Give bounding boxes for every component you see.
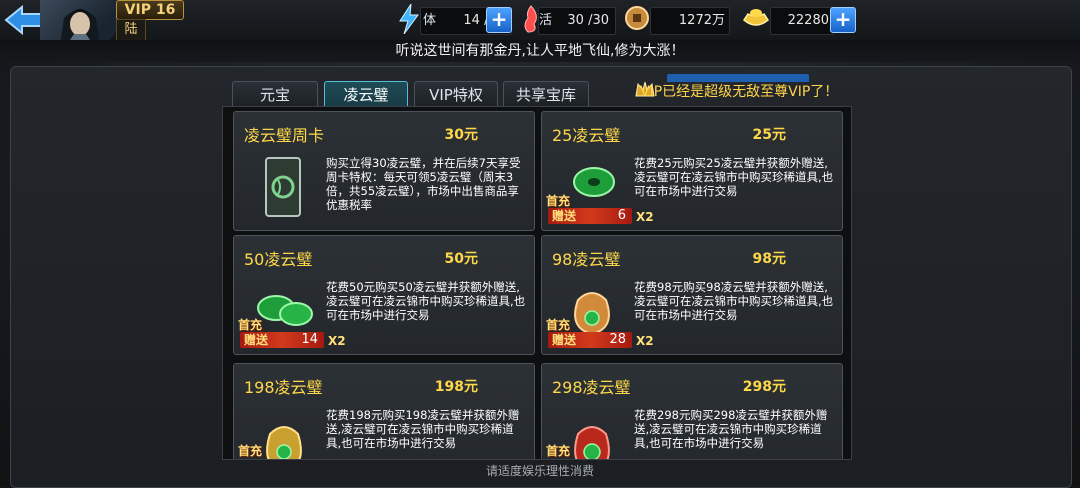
product-price: 30元 bbox=[444, 127, 478, 143]
announcement-banner: 听说这世间有那金丹,让人平地飞仙,修为大涨！ bbox=[0, 40, 1080, 62]
player-name: 陆 bbox=[116, 19, 146, 41]
tab-shared-vault[interactable]: 共享宝库 bbox=[503, 81, 589, 109]
lightning-icon bbox=[399, 4, 419, 34]
bonus-label: 赠送 bbox=[244, 333, 269, 347]
first-recharge-label: 首充 bbox=[546, 444, 571, 458]
first-recharge-label: 首充 bbox=[546, 318, 571, 332]
product-title: 198凌云璧 bbox=[244, 378, 323, 397]
stamina-label: 体 bbox=[423, 13, 437, 28]
bonus-quantity: 6 bbox=[617, 208, 626, 223]
product-card-98[interactable]: 98凌云璧 98元 花费98元购买98凌云璧并获额外赠送,凌云璧可在凌云锦市中购… bbox=[541, 235, 843, 355]
product-grid: 凌云璧周卡 30元 购买立得30凌云璧，并在后续7天享受周卡特权：每天可领5凌云… bbox=[222, 106, 852, 460]
vitality-display: 活 30 /30 bbox=[538, 7, 616, 35]
first-recharge-bonus: 首充 bbox=[238, 442, 332, 459]
responsible-spending-note: 请适度娱乐理性消费 bbox=[485, 464, 594, 478]
product-price: 298元 bbox=[742, 379, 786, 395]
bonus-multiplier: X2 bbox=[636, 334, 654, 348]
bonus-label: 赠送 bbox=[552, 209, 577, 223]
product-title: 凌云璧周卡 bbox=[244, 126, 325, 145]
product-card-weekly[interactable]: 凌云璧周卡 30元 购买立得30凌云璧，并在后续7天享受周卡特权：每天可领5凌云… bbox=[233, 111, 535, 231]
copper-value: 1272万 bbox=[678, 13, 725, 28]
vitality-value: 30 /30 bbox=[567, 13, 609, 28]
first-recharge-bonus: 首充 赠送 6 X2 bbox=[546, 192, 654, 226]
product-price: 50元 bbox=[444, 251, 478, 267]
first-recharge-label: 首充 bbox=[238, 318, 263, 332]
tab-yuanbao[interactable]: 元宝 bbox=[232, 81, 318, 109]
product-title: 98凌云璧 bbox=[552, 250, 621, 269]
bonus-bar: 赠送 6 bbox=[548, 208, 632, 224]
product-card-50[interactable]: 50凌云璧 50元 花费50元购买50凌云璧并获额外赠送,凌云璧可在凌云锦市中购… bbox=[233, 235, 535, 355]
vip-level-badge: VIP 16 bbox=[116, 0, 184, 20]
gold-display: 22280 bbox=[770, 7, 834, 35]
product-card-198[interactable]: 198凌云璧 198元 花费198元购买198凌云璧并获额外赠送,凌云璧可在凌云… bbox=[233, 363, 535, 459]
product-title: 25凌云璧 bbox=[552, 126, 621, 145]
first-recharge-bonus: 首充 赠送 28 X2 bbox=[546, 316, 654, 350]
bonus-quantity: 28 bbox=[609, 332, 626, 347]
copper-display: 1272万 bbox=[650, 7, 730, 35]
vip-status-message: VIP已经是超级无敌至尊VIP了！ bbox=[640, 84, 839, 100]
product-card-25[interactable]: 25凌云璧 25元 花费25元购买25凌云璧并获额外赠送,凌云璧可在凌云锦市中购… bbox=[541, 111, 843, 231]
bonus-bar: 赠送 14 bbox=[240, 332, 324, 348]
bonus-label: 赠送 bbox=[552, 333, 577, 347]
tab-lingyunbi[interactable]: 凌云璧 bbox=[324, 81, 408, 109]
gold-ingot-icon bbox=[743, 9, 769, 26]
product-description: 花费98元购买98凌云璧并获额外赠送,凌云璧可在凌云锦市中购买珍稀道具,也可在市… bbox=[634, 280, 834, 322]
product-description: 购买立得30凌云璧，并在后续7天享受周卡特权：每天可领5凌云璧（周末3倍，共55… bbox=[326, 156, 521, 212]
vitality-label: 活 bbox=[539, 13, 553, 28]
copper-coin-icon bbox=[625, 6, 649, 30]
product-price: 25元 bbox=[752, 127, 786, 143]
tab-vip-privilege[interactable]: VIP特权 bbox=[414, 81, 498, 109]
product-price: 98元 bbox=[752, 251, 786, 267]
product-description: 花费298元购买298凌云璧并获额外赠送,凌云璧可在凌云锦市中购买珍稀道具,也可… bbox=[634, 408, 828, 450]
gold-value: 22280 bbox=[787, 13, 829, 28]
product-description: 花费198元购买198凌云璧并获额外赠送,凌云璧可在凌云锦市中购买珍稀道具,也可… bbox=[326, 408, 520, 450]
first-recharge-label: 首充 bbox=[238, 444, 263, 458]
first-recharge-bonus: 首充 赠送 14 X2 bbox=[238, 316, 346, 350]
product-title: 298凌云璧 bbox=[552, 378, 631, 397]
product-price: 198元 bbox=[434, 379, 478, 395]
add-stamina-button[interactable]: + bbox=[486, 7, 512, 33]
bonus-quantity: 14 bbox=[301, 332, 318, 347]
bonus-multiplier: X2 bbox=[328, 334, 346, 348]
product-title: 50凌云璧 bbox=[244, 250, 313, 269]
jade-card-icon bbox=[265, 157, 301, 217]
bonus-bar: 赠送 28 bbox=[548, 332, 632, 348]
bonus-multiplier: X2 bbox=[636, 210, 654, 224]
first-recharge-label: 首充 bbox=[546, 194, 571, 208]
add-gold-button[interactable]: + bbox=[830, 7, 856, 33]
product-description: 花费25元购买25凌云璧并获额外赠送,凌云璧可在凌云锦市中购买珍稀道具,也可在市… bbox=[634, 156, 834, 198]
first-recharge-bonus: 首充 bbox=[546, 442, 640, 459]
product-card-298[interactable]: 298凌云璧 298元 花费298元购买298凌云璧并获额外赠送,凌云璧可在凌云… bbox=[541, 363, 843, 459]
product-description: 花费50元购买50凌云璧并获额外赠送,凌云璧可在凌云锦市中购买珍稀道具,也可在市… bbox=[326, 280, 526, 322]
